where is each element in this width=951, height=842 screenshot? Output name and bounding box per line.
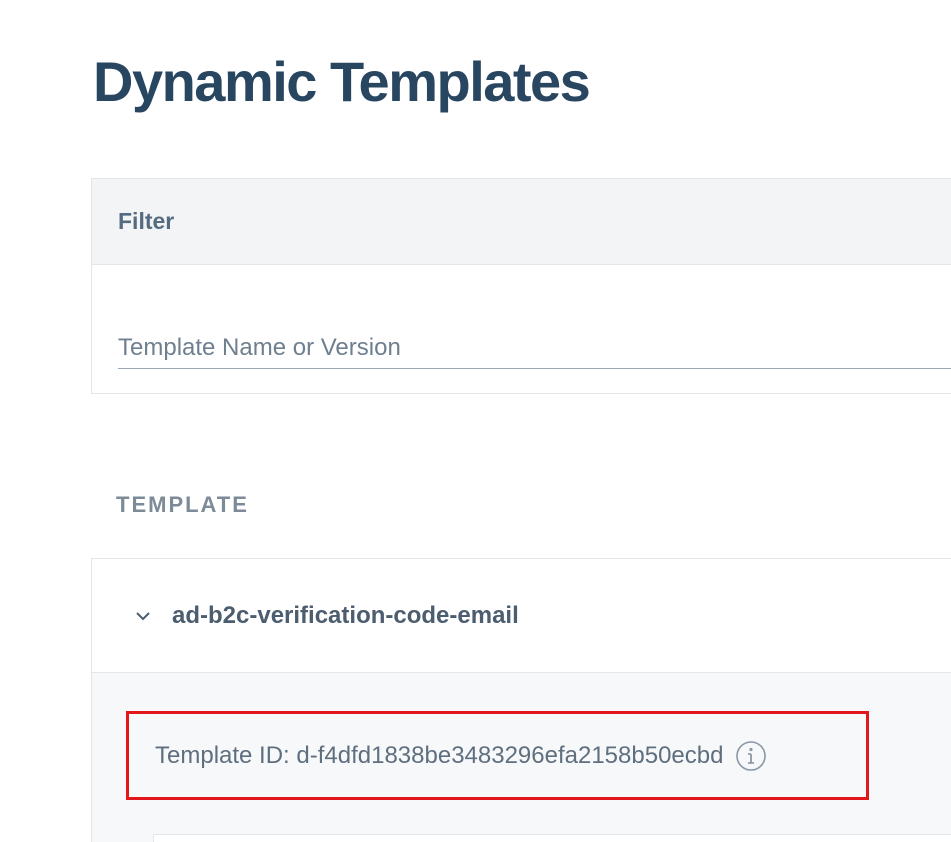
filter-header: Filter: [92, 179, 951, 265]
template-name[interactable]: ad-b2c-verification-code-email: [172, 602, 519, 630]
page: Dynamic Templates Filter TEMPLATE ad-b2c…: [0, 0, 951, 842]
template-version-panel: [153, 834, 951, 842]
chevron-down-icon[interactable]: [132, 605, 154, 627]
template-search-input[interactable]: [118, 327, 951, 369]
template-id: Template ID: d-f4dfd1838be3483296efa2158…: [155, 741, 724, 769]
info-circle-icon[interactable]: [735, 740, 767, 772]
section-label-template: TEMPLATE: [116, 492, 249, 517]
page-title: Dynamic Templates: [93, 50, 591, 113]
template-row-toggle[interactable]: ad-b2c-verification-code-email: [92, 559, 951, 673]
template-id-highlight: Template ID: d-f4dfd1838be3483296efa2158…: [126, 711, 869, 800]
filter-card: Filter: [91, 178, 951, 394]
